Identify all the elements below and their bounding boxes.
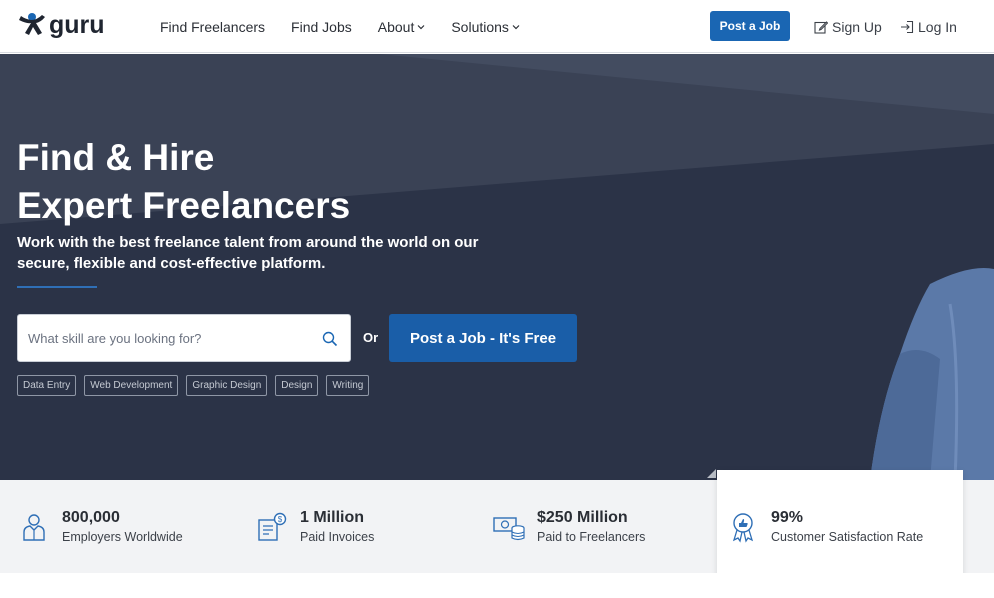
award-badge-icon: [732, 513, 754, 543]
nav-find-freelancers[interactable]: Find Freelancers: [160, 19, 265, 35]
tag-design[interactable]: Design: [275, 375, 319, 396]
svg-text:guru: guru: [49, 11, 105, 39]
hero-section: Find & Hire Expert Freelancers Work with…: [0, 54, 994, 480]
stat-value: $250 Million: [537, 508, 628, 526]
stat-label: Employers Worldwide: [62, 529, 183, 544]
svg-text:$: $: [278, 515, 283, 524]
stat-invoices: $ 1 Million Paid Invoices: [256, 480, 374, 573]
hero-title: Find & Hire Expert Freelancers: [17, 137, 351, 226]
skill-search-input[interactable]: [28, 315, 313, 361]
hero-divider: [17, 286, 97, 288]
chevron-down-icon: [417, 24, 425, 29]
stat-label: Paid to Freelancers: [537, 529, 646, 544]
stat-employers: 800,000 Employers Worldwide: [18, 480, 183, 573]
tag-graphic-design[interactable]: Graphic Design: [186, 375, 268, 396]
or-label: Or: [363, 330, 379, 345]
freelancer-photo: [870, 268, 994, 480]
stat-paid: $250 Million Paid to Freelancers: [493, 480, 645, 573]
card-corner-top: [707, 469, 716, 478]
tag-writing[interactable]: Writing: [326, 375, 370, 396]
stat-value: 99%: [771, 509, 804, 526]
stat-value: 1 Million: [300, 508, 364, 526]
skill-search-box: [17, 314, 351, 362]
log-in-link[interactable]: Log In: [900, 0, 957, 53]
popular-skill-tags: Data Entry Web Development Graphic Desig…: [17, 375, 377, 396]
stat-label: Paid Invoices: [300, 529, 375, 544]
money-icon: [493, 516, 525, 540]
employer-icon: [23, 513, 45, 541]
stat-value: 800,000: [62, 508, 120, 526]
content-below: [0, 573, 994, 598]
login-icon: [901, 20, 914, 33]
hero-subtitle: Work with the best freelance talent from…: [17, 234, 479, 272]
stat-label: Customer Satisfaction Rate: [771, 530, 924, 544]
sign-up-link[interactable]: Sign Up: [814, 0, 882, 53]
post-job-free-button[interactable]: Post a Job - It's Free: [389, 314, 577, 362]
post-job-button[interactable]: Post a Job: [710, 11, 790, 41]
stat-satisfaction: 99% Customer Satisfaction Rate: [727, 470, 923, 584]
edit-icon: [814, 20, 828, 34]
chevron-down-icon: [512, 24, 520, 29]
site-header: guru Find Freelancers Find Jobs About So…: [0, 0, 994, 53]
main-nav: Find Freelancers Find Jobs About Solutio…: [160, 0, 546, 53]
guru-logo[interactable]: guru: [17, 11, 125, 41]
tag-data-entry[interactable]: Data Entry: [17, 375, 77, 396]
stat-satisfaction-card: 99% Customer Satisfaction Rate: [717, 470, 963, 584]
nav-find-jobs[interactable]: Find Jobs: [291, 19, 352, 35]
tag-web-development[interactable]: Web Development: [84, 375, 179, 396]
nav-solutions[interactable]: Solutions: [451, 19, 520, 35]
invoice-icon: $: [258, 512, 287, 541]
nav-about[interactable]: About: [378, 19, 426, 35]
search-icon[interactable]: [322, 331, 338, 347]
